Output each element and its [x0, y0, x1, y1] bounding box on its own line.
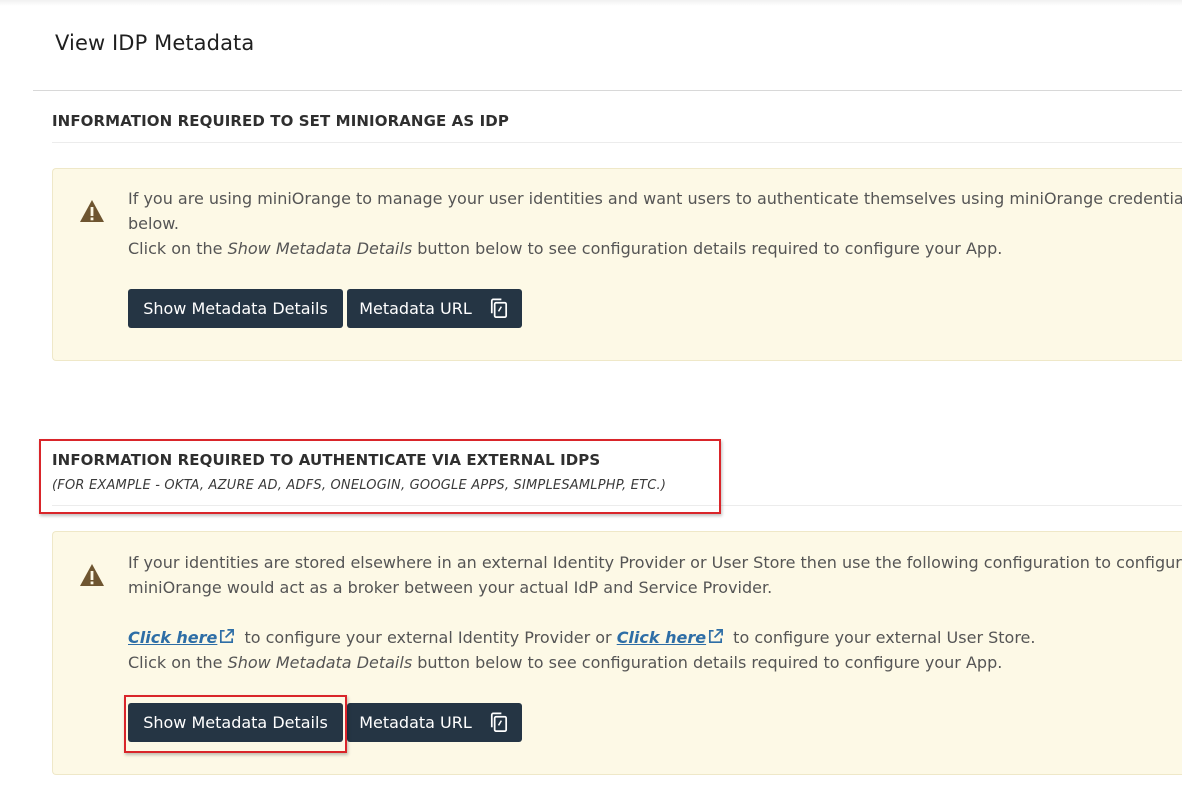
metadata-url-label: Metadata URL — [359, 713, 472, 732]
metadata-url-label: Metadata URL — [359, 299, 472, 318]
info-text-line: below. — [128, 214, 179, 233]
info-text-suffix: to configure your external User Store. — [728, 628, 1036, 647]
warning-icon — [80, 200, 104, 222]
title-divider — [33, 90, 1182, 91]
metadata-url-button[interactable]: Metadata URL — [347, 289, 522, 328]
show-metadata-details-button[interactable]: Show Metadata Details — [128, 703, 343, 742]
external-link-icon — [709, 629, 724, 644]
page: View IDP Metadata INFORMATION REQUIRED T… — [0, 0, 1182, 803]
configure-user-store-link[interactable]: Click here — [617, 628, 706, 647]
metadata-url-button[interactable]: Metadata URL — [347, 703, 522, 742]
info-text-line: If you are using miniOrange to manage yo… — [128, 189, 1182, 208]
info-text-links-line: Click here to configure your external Id… — [128, 625, 1035, 650]
info-text-line: If your identities are stored elsewhere … — [128, 553, 1182, 572]
info-text-line: Click on the Show Metadata Details butto… — [128, 236, 1002, 261]
top-shadow — [0, 0, 1182, 6]
configure-identity-provider-link[interactable]: Click here — [128, 628, 217, 647]
page-title: View IDP Metadata — [55, 31, 255, 55]
info-text-emphasis: Show Metadata Details — [227, 239, 413, 258]
section-heading-miniorange-idp: INFORMATION REQUIRED TO SET MINIORANGE A… — [52, 112, 509, 130]
info-text-line: Click on the Show Metadata Details butto… — [128, 650, 1002, 675]
section-divider — [52, 142, 1182, 143]
copy-icon — [490, 712, 507, 732]
info-text-suffix: button below to see configuration detail… — [412, 653, 1003, 672]
section-heading-external-idps: INFORMATION REQUIRED TO AUTHENTICATE VIA… — [52, 451, 601, 469]
info-text-line: miniOrange would act as a broker between… — [128, 578, 773, 597]
info-text-prefix: Click on the — [128, 239, 228, 258]
info-text-suffix: button below to see configuration detail… — [412, 239, 1003, 258]
section-divider — [52, 505, 1182, 506]
info-text-prefix: Click on the — [128, 653, 228, 672]
info-text-emphasis: Show Metadata Details — [227, 653, 413, 672]
show-metadata-details-button[interactable]: Show Metadata Details — [128, 289, 343, 328]
warning-icon — [80, 564, 104, 586]
info-text-middle: to configure your external Identity Prov… — [239, 628, 617, 647]
copy-icon — [490, 298, 507, 318]
section-subheading-examples: (FOR EXAMPLE - OKTA, AZURE AD, ADFS, ONE… — [52, 478, 667, 493]
external-link-icon — [220, 629, 235, 644]
